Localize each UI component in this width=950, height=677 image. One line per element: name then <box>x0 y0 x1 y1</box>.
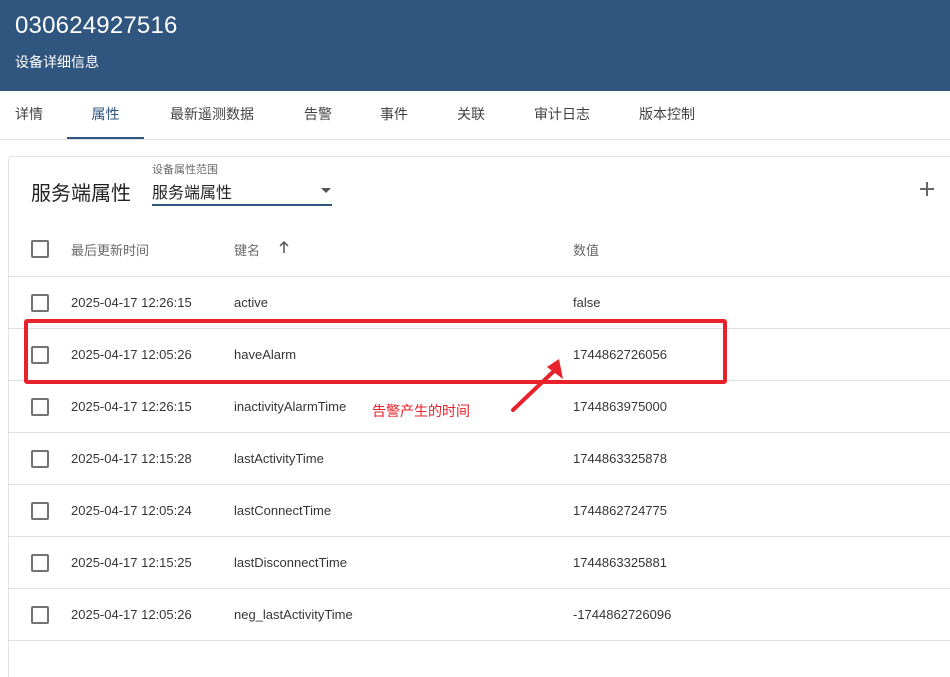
row-checkbox[interactable] <box>31 450 49 468</box>
column-header-value[interactable]: 数值 <box>573 240 599 259</box>
cell-key: haveAlarm <box>234 347 297 362</box>
table-row[interactable]: 2025-04-17 12:15:28 lastActivityTime 174… <box>8 433 950 485</box>
table-row[interactable]: 2025-04-17 12:05:26 haveAlarm 1744862726… <box>8 329 950 381</box>
cell-updated: 2025-04-17 12:15:25 <box>71 555 192 570</box>
table-row[interactable]: 2025-04-17 12:05:26 neg_lastActivityTime… <box>8 589 950 641</box>
tab-alarms[interactable]: 告警 <box>290 91 346 139</box>
cell-value: 1744863975000 <box>573 399 667 414</box>
cell-updated: 2025-04-17 12:05:26 <box>71 607 192 622</box>
tab-relations[interactable]: 关联 <box>443 91 499 139</box>
table-header: 最后更新时间 键名 数值 <box>8 222 950 277</box>
tab-latest-telemetry[interactable]: 最新遥测数据 <box>158 91 266 139</box>
scope-select-value: 服务端属性 <box>152 185 233 202</box>
device-title: 030624927516 <box>15 12 178 39</box>
row-checkbox[interactable] <box>31 398 49 416</box>
row-checkbox[interactable] <box>31 606 49 624</box>
tab-audit-log[interactable]: 审计日志 <box>520 91 604 139</box>
tab-version-control[interactable]: 版本控制 <box>625 91 709 139</box>
cell-key: lastConnectTime <box>234 503 332 518</box>
cell-value: false <box>573 295 601 310</box>
cell-value: 1744863325881 <box>573 555 667 570</box>
table-row[interactable]: 2025-04-17 12:26:15 inactivityAlarmTime … <box>8 381 950 433</box>
scope-select[interactable]: 服务端属性 <box>152 177 332 206</box>
table-row[interactable]: 2025-04-17 12:26:15 active false <box>8 277 950 329</box>
cell-updated: 2025-04-17 12:05:26 <box>71 347 192 362</box>
column-header-key[interactable]: 键名 <box>234 240 260 259</box>
table-row[interactable]: 2025-04-17 12:15:25 lastDisconnectTime 1… <box>8 537 950 589</box>
device-subtitle: 设备详细信息 <box>15 54 99 70</box>
tab-bar: 详情 属性 最新遥测数据 告警 事件 关联 审计日志 版本控制 <box>0 91 950 140</box>
cell-key: neg_lastActivityTime <box>234 607 353 622</box>
cell-value: -1744862726096 <box>573 607 672 622</box>
row-checkbox[interactable] <box>31 346 49 364</box>
cell-key: lastActivityTime <box>234 451 324 466</box>
cell-updated: 2025-04-17 12:26:15 <box>71 399 192 414</box>
chevron-down-icon <box>321 188 331 193</box>
cell-updated: 2025-04-17 12:05:24 <box>71 503 192 518</box>
tab-events[interactable]: 事件 <box>366 91 422 139</box>
panel-title: 服务端属性 <box>31 183 131 205</box>
table-row[interactable]: 2025-04-17 12:05:24 lastConnectTime 1744… <box>8 485 950 537</box>
annotation-arrow-icon <box>511 359 563 412</box>
scope-label: 设备属性范围 <box>152 164 218 176</box>
row-checkbox[interactable] <box>31 554 49 572</box>
annotation-text: 告警产生的时间 <box>372 403 470 419</box>
cell-key: active <box>234 295 268 310</box>
cell-key: inactivityAlarmTime <box>234 399 347 414</box>
row-checkbox[interactable] <box>31 502 49 520</box>
row-checkbox[interactable] <box>31 294 49 312</box>
cell-updated: 2025-04-17 12:15:28 <box>71 451 192 466</box>
cell-value: 1744862726056 <box>573 347 667 362</box>
tab-details[interactable]: 详情 <box>0 91 58 139</box>
select-all-checkbox[interactable] <box>31 240 49 258</box>
add-attribute-button[interactable] <box>914 176 940 202</box>
column-header-updated[interactable]: 最后更新时间 <box>71 240 149 259</box>
cell-value: 1744863325878 <box>573 451 667 466</box>
sort-ascending-icon[interactable] <box>278 240 290 254</box>
tab-attributes[interactable]: 属性 <box>67 91 144 139</box>
page-header: 030624927516 设备详细信息 <box>0 0 950 91</box>
cell-key: lastDisconnectTime <box>234 555 347 570</box>
cell-value: 1744862724775 <box>573 503 667 518</box>
cell-updated: 2025-04-17 12:26:15 <box>71 295 192 310</box>
